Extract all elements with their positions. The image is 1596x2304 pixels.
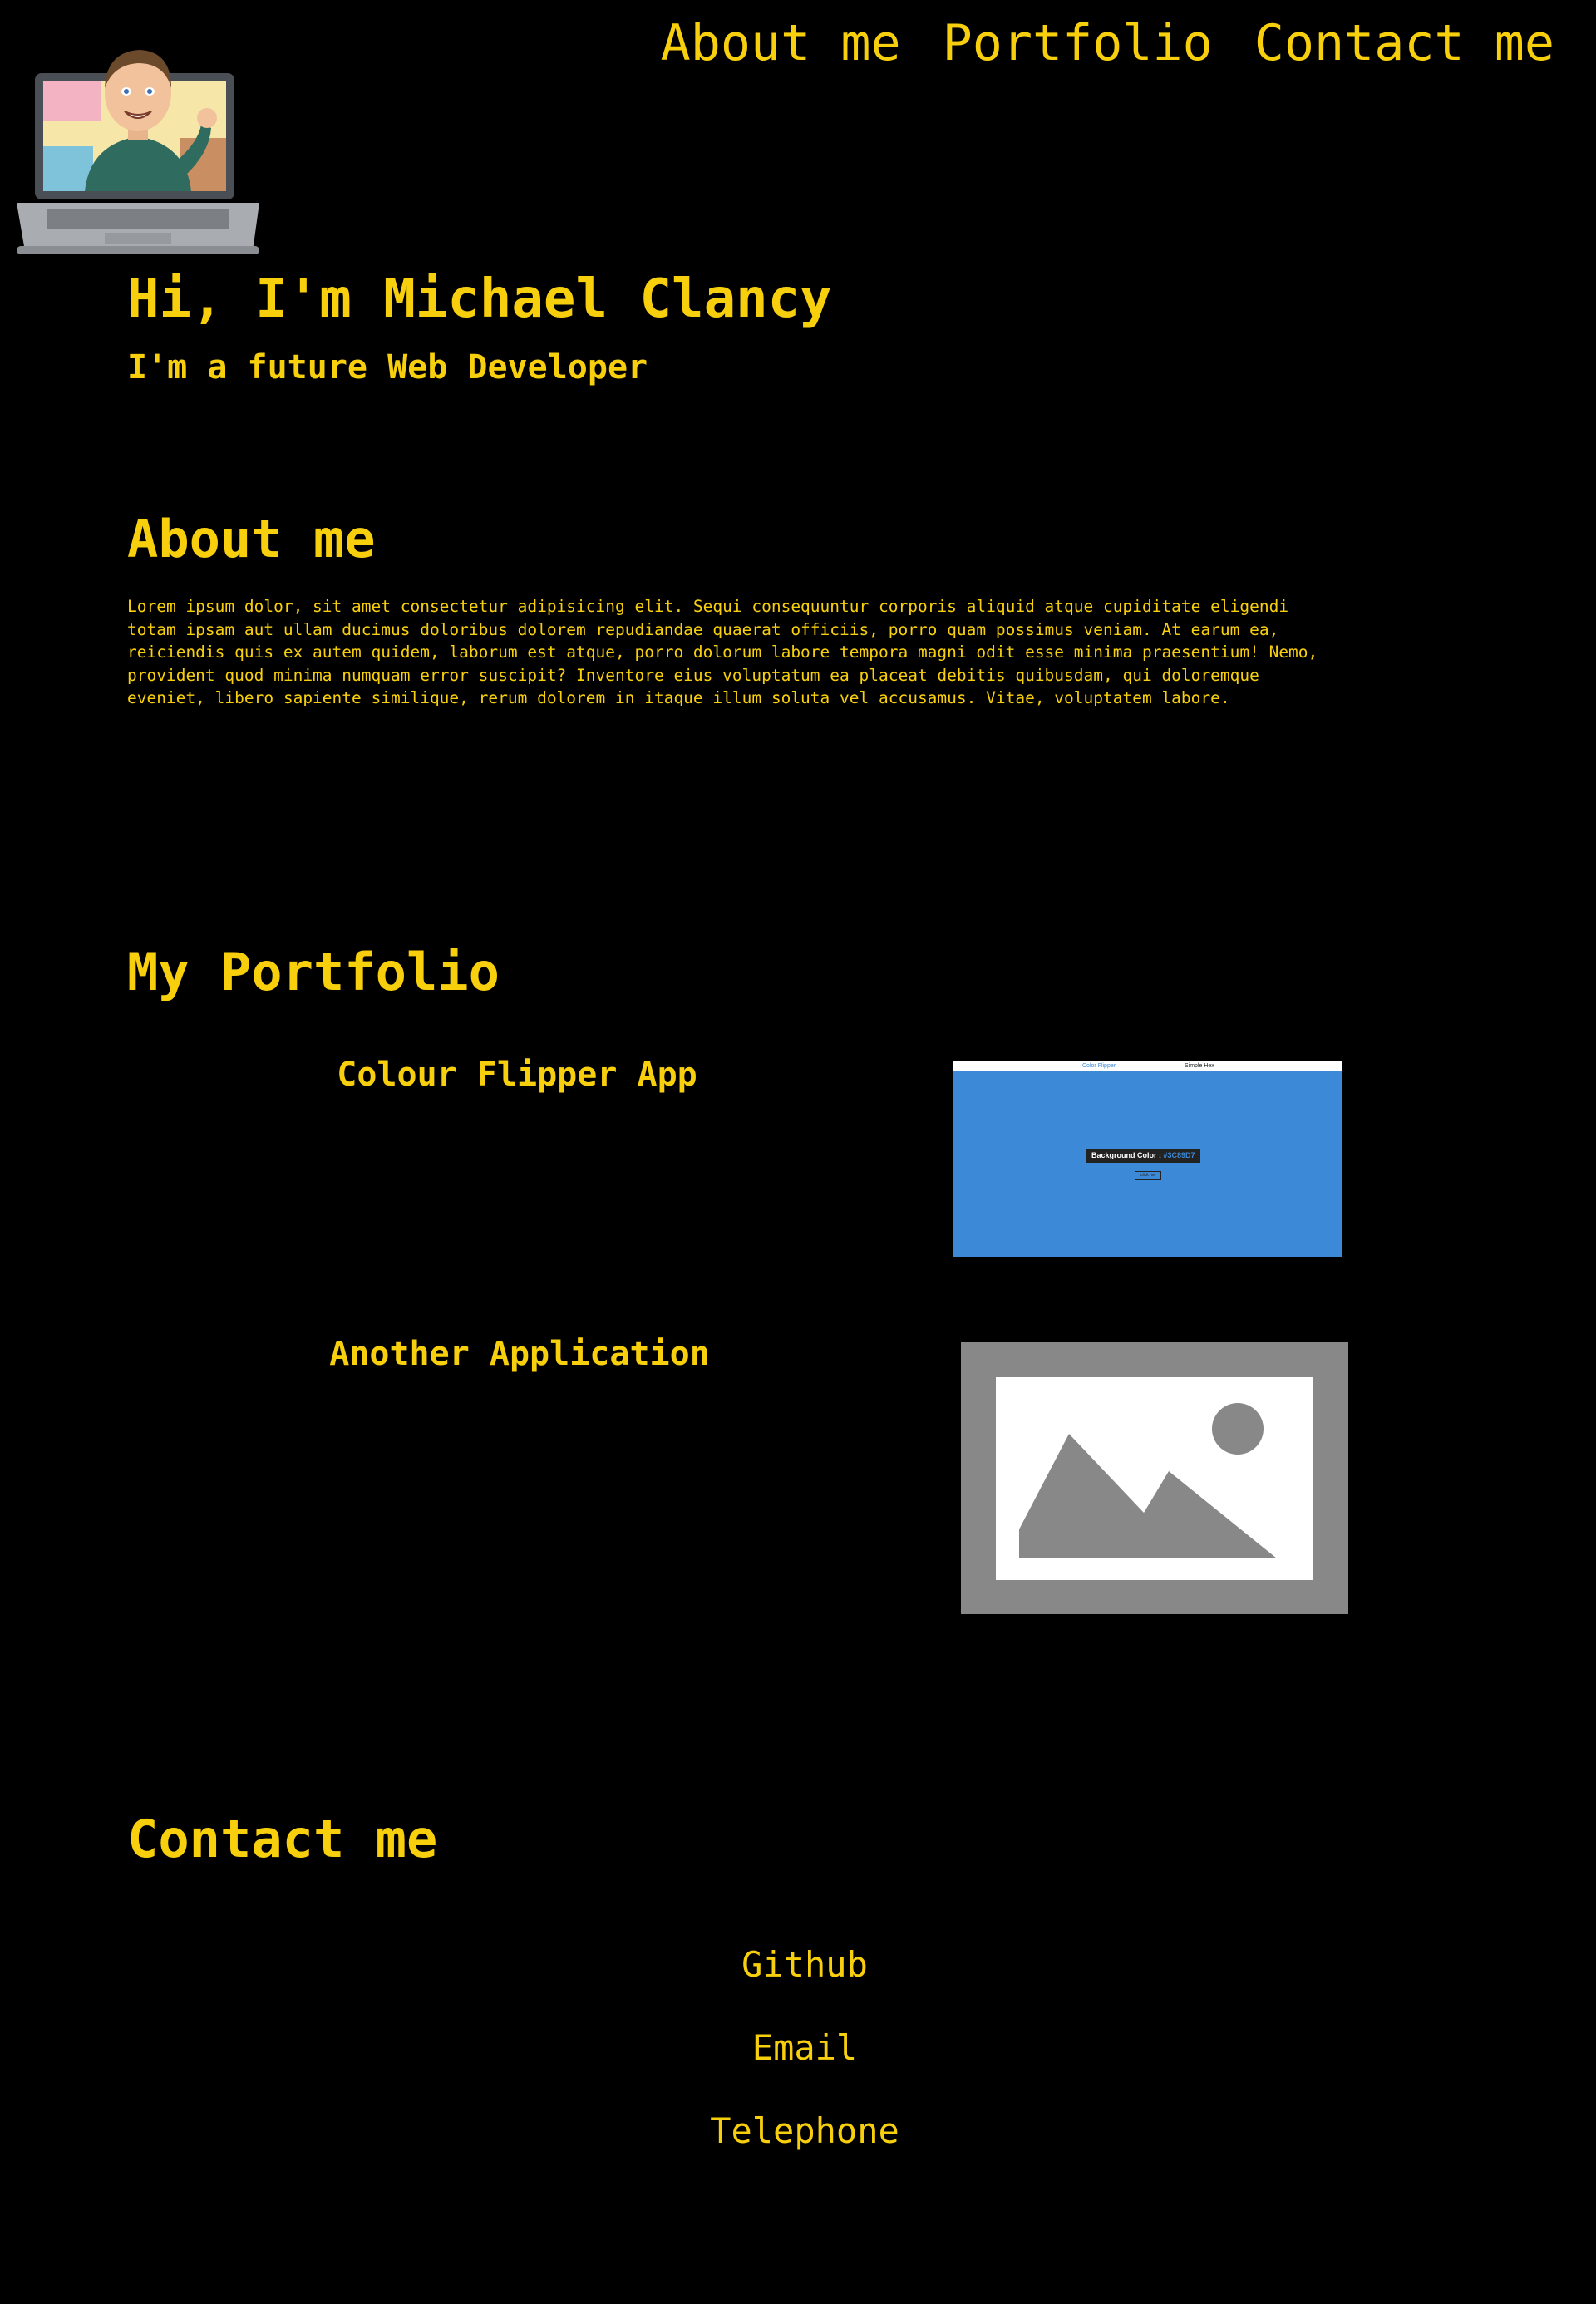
nav-link-contact[interactable]: Contact me — [1254, 10, 1554, 76]
thumbnail-button: click me — [1135, 1171, 1161, 1180]
project-thumbnail-colour-flipper[interactable]: Color Flipper Simple Hex Background Colo… — [953, 1061, 1342, 1257]
image-placeholder-icon — [961, 1342, 1348, 1614]
project-thumbnail-another-application[interactable] — [961, 1342, 1348, 1614]
project-title: Another Application — [329, 1335, 710, 1373]
about-text: Lorem ipsum dolor, sit amet consectetur … — [127, 597, 1318, 708]
portfolio-heading: My Portfolio — [127, 942, 500, 1002]
thumbnail-hex-value: #3C89D7 — [1163, 1151, 1195, 1159]
contact-link-email[interactable]: Email — [0, 2025, 1596, 2071]
nav-link-about[interactable]: About me — [661, 10, 901, 76]
hero-title: Hi, I'm Michael Clancy — [127, 268, 832, 330]
nav-link-portfolio[interactable]: Portfolio — [943, 10, 1213, 76]
contact-link-github[interactable]: Github — [0, 1942, 1596, 1988]
hero-subtitle: I'm a future Web Developer — [127, 348, 648, 386]
thumbnail-color-label: Background Color : #3C89D7 — [1086, 1149, 1200, 1163]
contact-heading: Contact me — [127, 1809, 438, 1869]
main-nav: About me Portfolio Contact me — [661, 10, 1554, 76]
avatar-laptop-icon — [13, 38, 268, 259]
project-title: Colour Flipper App — [337, 1056, 697, 1094]
about-heading: About me — [127, 509, 376, 569]
thumbnail-label-text: Background Color : — [1091, 1151, 1164, 1159]
thumbnail-nav-brand: Color Flipper — [1082, 1063, 1116, 1069]
contact-link-telephone[interactable]: Telephone — [0, 2108, 1596, 2154]
thumbnail-nav: Color Flipper Simple Hex — [953, 1061, 1342, 1071]
thumbnail-nav-links: Simple Hex — [1185, 1063, 1214, 1069]
